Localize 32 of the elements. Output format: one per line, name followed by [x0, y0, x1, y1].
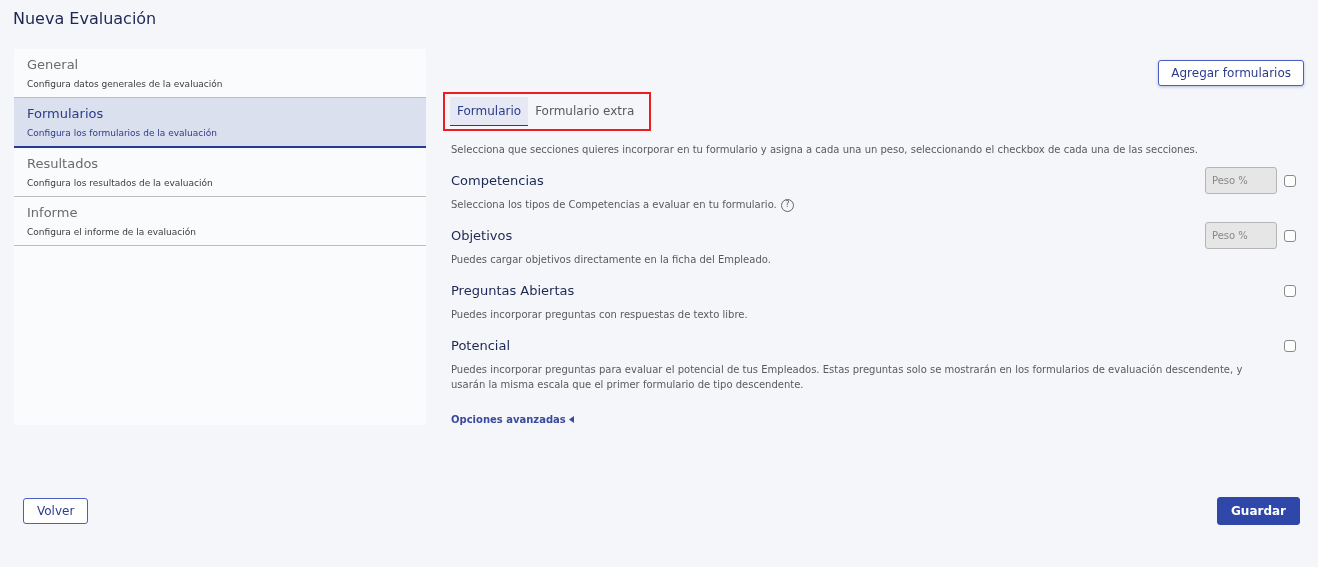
- step-description: Configura datos generales de la evaluación: [27, 78, 223, 91]
- tab[interactable]: Formulario: [450, 97, 529, 126]
- page-title: Nueva Evaluación: [13, 8, 158, 30]
- step-item[interactable]: Resultados Configura los resultados de la evaluación: [14, 148, 426, 197]
- section-title: Objetivos: [451, 228, 513, 243]
- step-item[interactable]: Informe Configura el informe de la evaluación: [14, 197, 426, 246]
- section-title: Competencias: [451, 173, 544, 188]
- section-checkbox[interactable]: [1284, 229, 1296, 242]
- step-title: Formularios: [27, 105, 104, 123]
- step-title: Resultados: [27, 155, 99, 173]
- section-description: Puedes incorporar preguntas con respuestas de texto libre.: [451, 309, 748, 320]
- section-description: Puedes cargar objetivos directamente en la ficha del Empleado.: [451, 254, 771, 265]
- step-title: General: [27, 56, 79, 74]
- step-title: Informe: [27, 204, 78, 222]
- step-description: Configura el informe de la evaluación: [27, 226, 196, 239]
- step-item[interactable]: Formularios Configura los formularios de la evaluación: [14, 98, 426, 148]
- step-description: Configura los formularios de la evaluación: [27, 127, 217, 140]
- section-description: Puedes incorporar preguntas para evaluar el potencial de tus Empleados. Estas preguntas solo se mostrarán en los formularios de evaluación descendente, y usarán la misma escala que el primer formulario de tipo descendente.: [451, 364, 1243, 390]
- advanced-options-link[interactable]: Opciones avanzadas: [451, 414, 574, 425]
- section-title: Potencial: [451, 338, 510, 353]
- intro-text: Selecciona que secciones quieres incorporar en tu formulario y asigna a cada una un peso, seleccionando el checkbox de cada una de las secciones.: [451, 143, 1199, 157]
- save-button[interactable]: Guardar: [1217, 497, 1300, 525]
- step-description: Configura los resultados de la evaluación: [27, 177, 213, 190]
- section-title: Preguntas Abiertas: [451, 283, 575, 298]
- add-forms-button[interactable]: Agregar formularios: [1158, 60, 1304, 86]
- section-checkbox[interactable]: [1284, 339, 1296, 352]
- section-description: Selecciona los tipos de Competencias a evaluar en tu formulario.: [451, 199, 777, 210]
- back-button[interactable]: Volver: [23, 498, 89, 524]
- section-checkbox[interactable]: [1284, 174, 1296, 187]
- tab[interactable]: Formulario extra: [528, 97, 642, 126]
- section-checkbox[interactable]: [1284, 284, 1296, 297]
- caret-icon: [568, 416, 574, 423]
